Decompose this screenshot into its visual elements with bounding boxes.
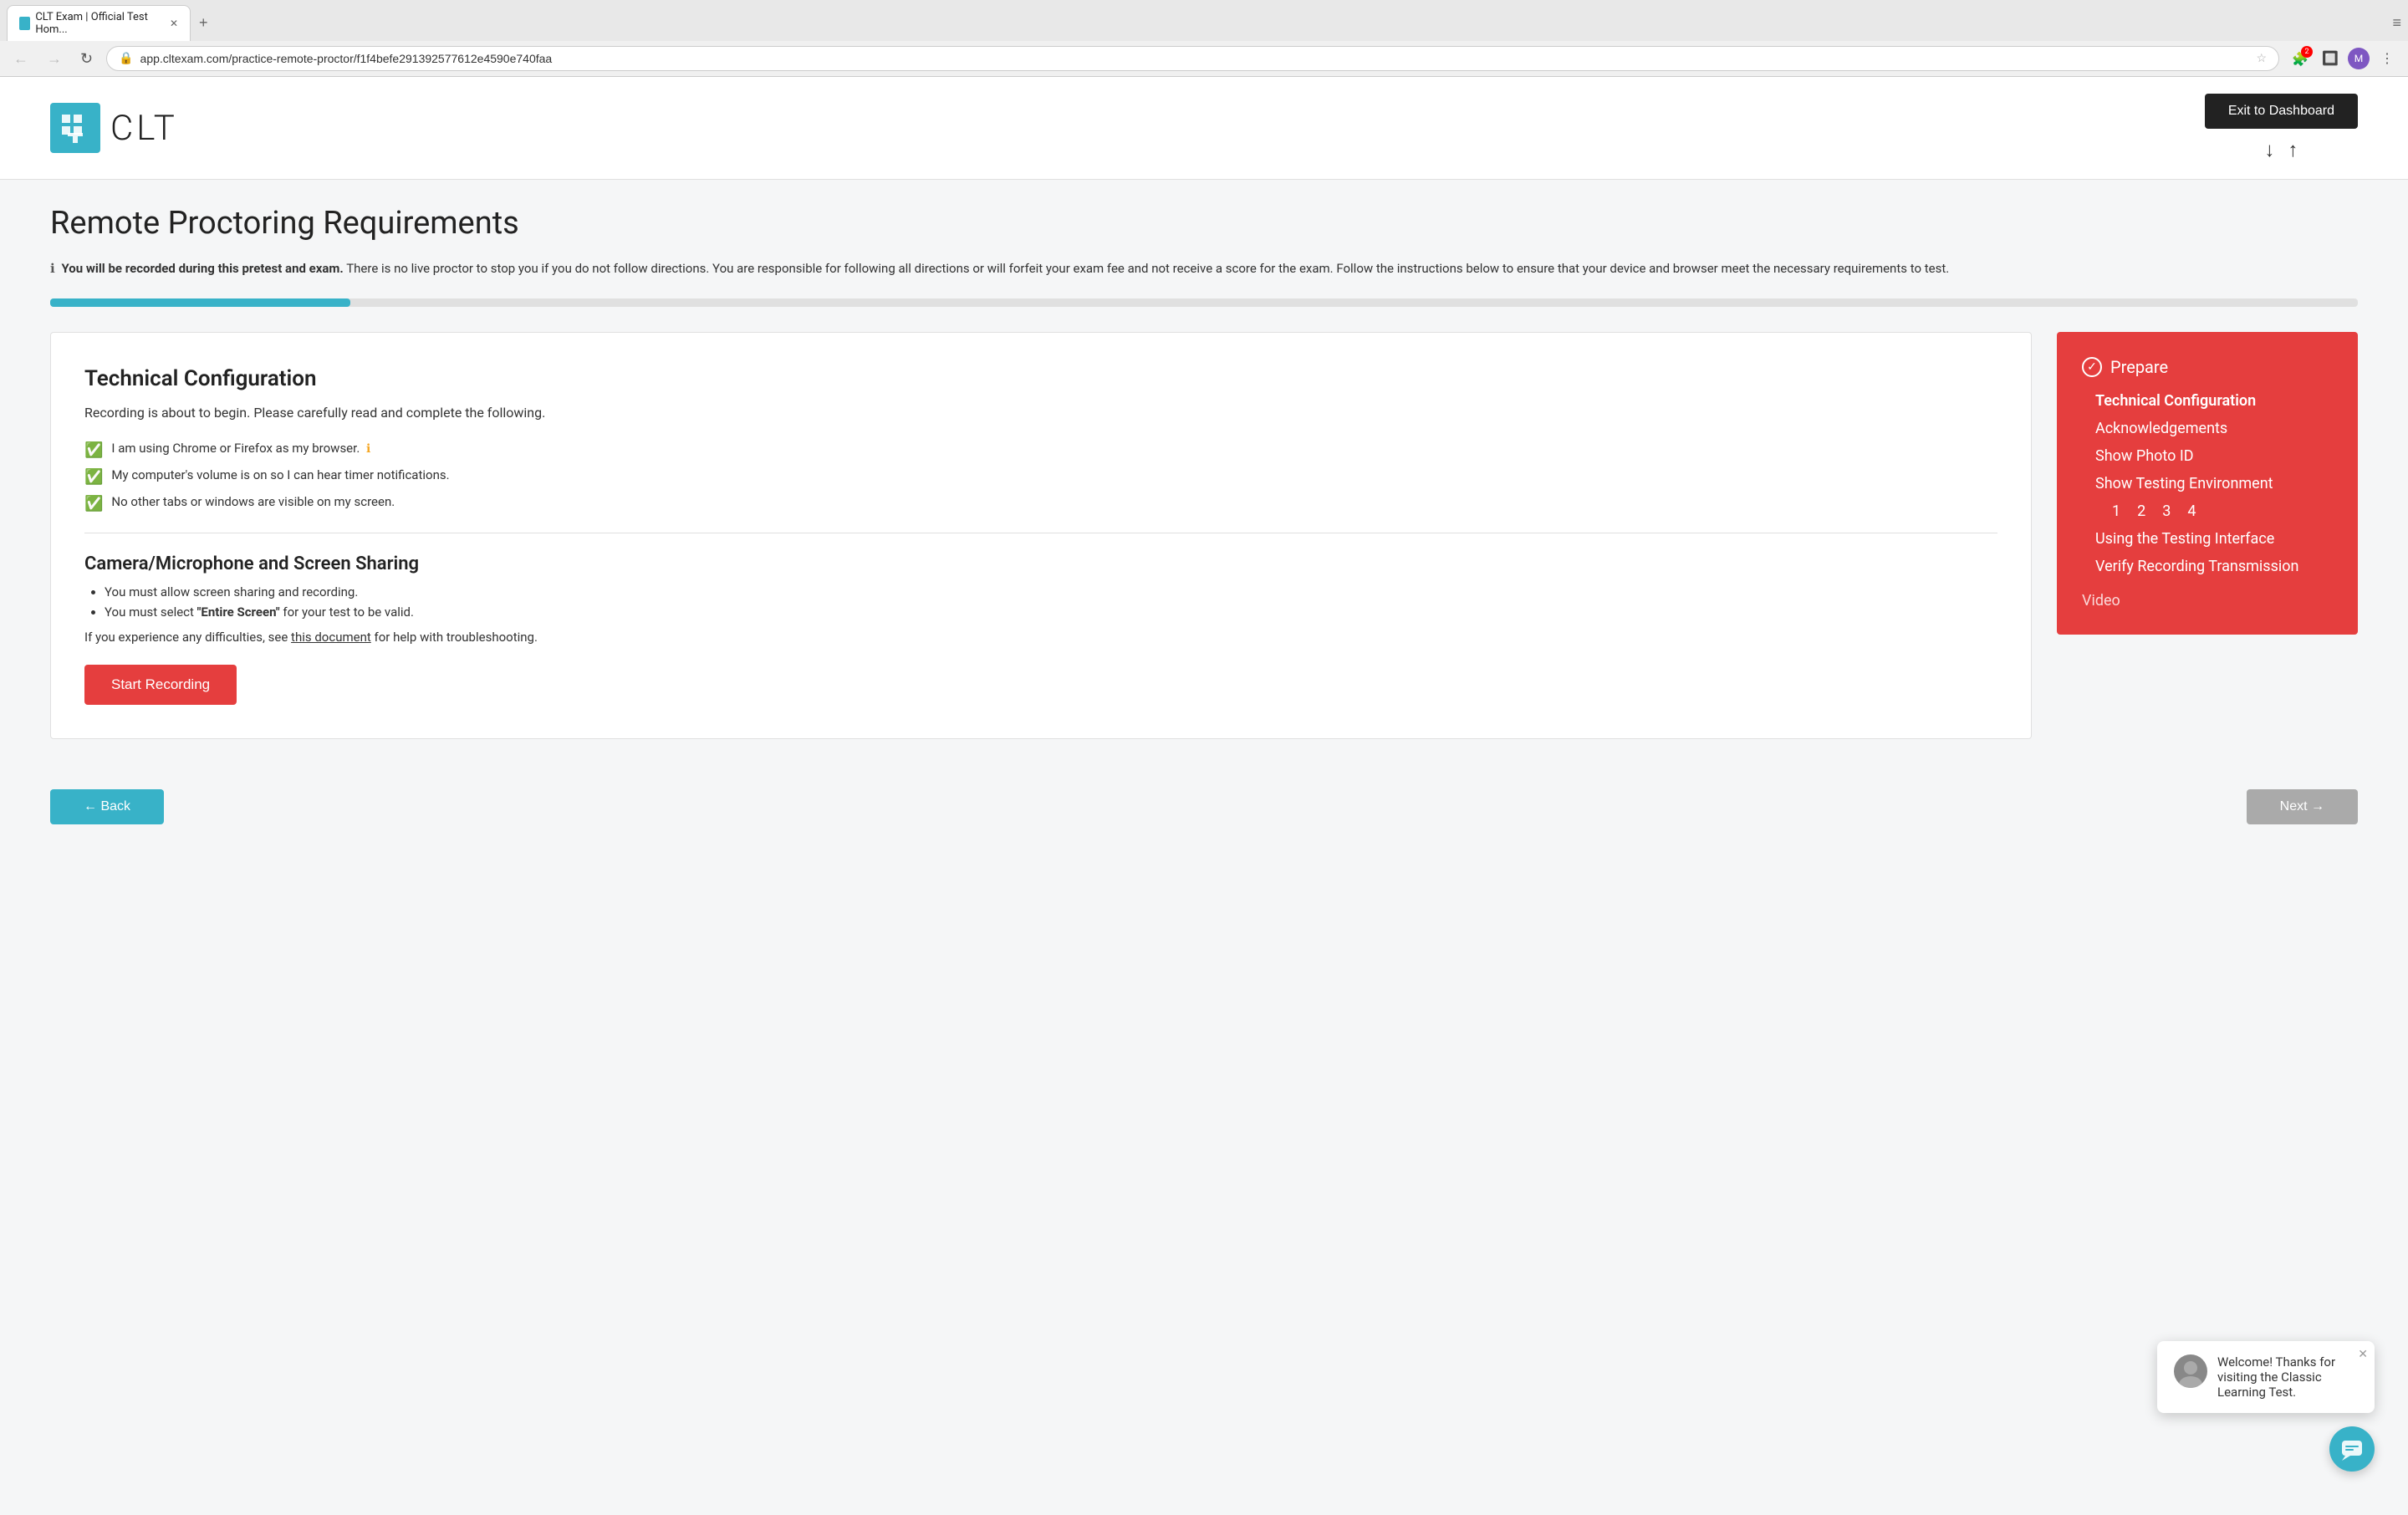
sidebar-item-technical[interactable]: Technical Configuration bbox=[2095, 392, 2333, 410]
checklist: ✅ I am using Chrome or Firefox as my bro… bbox=[84, 441, 1997, 513]
chat-avatar bbox=[2174, 1354, 2207, 1388]
checklist-item-1: ✅ I am using Chrome or Firefox as my bro… bbox=[84, 441, 1997, 459]
bullet-item-1: You must allow screen sharing and record… bbox=[105, 584, 1997, 599]
back-nav-button[interactable]: ← Back bbox=[50, 789, 164, 824]
header-right: Exit to Dashboard ↓ ↑ bbox=[2205, 94, 2358, 162]
clt-logo-icon bbox=[50, 103, 100, 153]
forward-button[interactable]: → bbox=[42, 47, 67, 71]
tab-more-button[interactable]: ≡ bbox=[2392, 14, 2401, 32]
refresh-button[interactable]: ↻ bbox=[75, 47, 98, 71]
browser-bar: ← → ↻ 🔒 ☆ 🧩 2 🔲 M ⋮ bbox=[0, 41, 2408, 76]
warning-bold-text: You will be recorded during this pretest… bbox=[61, 261, 343, 276]
video-area: Video bbox=[2082, 592, 2333, 610]
url-input[interactable] bbox=[140, 52, 2250, 65]
section-title: Technical Configuration bbox=[84, 366, 1997, 391]
trouble-suffix: for help with troubleshooting. bbox=[375, 630, 538, 645]
content-layout: Technical Configuration Recording is abo… bbox=[50, 332, 2358, 739]
sidebar-item-testing-interface[interactable]: Using the Testing Interface bbox=[2095, 530, 2333, 548]
camera-section-title: Camera/Microphone and Screen Sharing bbox=[84, 553, 1997, 574]
bullet-item-2: You must select "Entire Screen" for your… bbox=[105, 604, 1997, 620]
start-recording-button[interactable]: Start Recording bbox=[84, 665, 237, 705]
main-panel: Technical Configuration Recording is abo… bbox=[50, 332, 2032, 739]
next-nav-button[interactable]: Next → bbox=[2247, 789, 2358, 824]
prepare-label: Prepare bbox=[2110, 357, 2168, 377]
extension-badge: 2 bbox=[2301, 46, 2313, 58]
step-4[interactable]: 4 bbox=[2187, 502, 2196, 520]
progress-bar-container bbox=[50, 298, 2358, 307]
check-icon-3: ✅ bbox=[84, 495, 103, 513]
profile-avatar-button[interactable]: M bbox=[2348, 48, 2370, 69]
check-icon-2: ✅ bbox=[84, 468, 103, 486]
bottom-nav: ← Back Next → bbox=[0, 773, 2408, 841]
bookmark-icon[interactable]: ☆ bbox=[2256, 52, 2267, 65]
checklist-text-2: My computer's volume is on so I can hear… bbox=[111, 467, 449, 482]
chat-bubble: Welcome! Thanks for visiting the Classic… bbox=[2157, 1341, 2375, 1413]
progress-bar-fill bbox=[50, 298, 350, 307]
exit-dashboard-button[interactable]: Exit to Dashboard bbox=[2205, 94, 2358, 129]
profile-extensions-button[interactable]: 🔲 bbox=[2318, 46, 2343, 71]
warning-icon: ℹ bbox=[50, 261, 55, 276]
lock-icon: 🔒 bbox=[119, 52, 133, 65]
sidebar-item-verify-recording[interactable]: Verify Recording Transmission bbox=[2095, 558, 2333, 575]
bullet-list: You must allow screen sharing and record… bbox=[84, 584, 1997, 620]
logo-text: CLT bbox=[110, 108, 178, 149]
trouble-link[interactable]: this document bbox=[291, 630, 371, 645]
check-icon-1: ✅ bbox=[84, 441, 103, 459]
browser-actions: 🧩 2 🔲 M ⋮ bbox=[2288, 46, 2400, 71]
sidebar-item-photo-id[interactable]: Show Photo ID bbox=[2095, 447, 2333, 465]
sidebar-items: Technical Configuration Acknowledgements… bbox=[2082, 392, 2333, 575]
step-3[interactable]: 3 bbox=[2162, 502, 2171, 520]
tab-close-icon[interactable]: ✕ bbox=[170, 18, 178, 29]
video-label: Video bbox=[2082, 592, 2120, 610]
checklist-item-3: ✅ No other tabs or windows are visible o… bbox=[84, 494, 1997, 513]
chat-open-button[interactable] bbox=[2329, 1426, 2375, 1472]
main-content: Remote Proctoring Requirements ℹ You wil… bbox=[0, 180, 2408, 764]
step-2[interactable]: 2 bbox=[2137, 502, 2145, 520]
checklist-text-1: I am using Chrome or Firefox as my brows… bbox=[111, 441, 370, 456]
warning-box: ℹ You will be recorded during this prete… bbox=[50, 258, 2358, 278]
back-button[interactable]: ← bbox=[8, 47, 33, 71]
info-badge-1: ℹ bbox=[366, 442, 370, 456]
trouble-prefix: If you experience any difficulties, see bbox=[84, 630, 291, 645]
checklist-item-2: ✅ My computer's volume is on so I can he… bbox=[84, 467, 1997, 486]
sidebar-sub-steps-container: 1 2 3 4 bbox=[2095, 502, 2333, 520]
chat-welcome-text: Welcome! Thanks for visiting the Classic… bbox=[2217, 1354, 2358, 1400]
sidebar: ✓ Prepare Technical Configuration Acknow… bbox=[2057, 332, 2358, 635]
warning-regular-text: There is no live proctor to stop you if … bbox=[346, 261, 1949, 276]
scroll-up-button[interactable]: ↑ bbox=[2288, 139, 2298, 162]
sidebar-sub-steps: 1 2 3 4 bbox=[2095, 502, 2333, 520]
sidebar-prepare: ✓ Prepare bbox=[2082, 357, 2333, 377]
section-subtitle: Recording is about to begin. Please care… bbox=[84, 405, 1997, 421]
page-wrapper: CLT Exit to Dashboard ↓ ↑ Remote Proctor… bbox=[0, 77, 2408, 1515]
chat-widget: Welcome! Thanks for visiting the Classic… bbox=[2329, 1426, 2375, 1472]
scroll-down-button[interactable]: ↓ bbox=[2264, 139, 2274, 162]
active-tab[interactable]: CLT Exam | Official Test Hom... ✕ bbox=[7, 5, 191, 41]
nav-arrows: ↓ ↑ bbox=[2264, 139, 2298, 162]
browser-tabs: CLT Exam | Official Test Hom... ✕ + ≡ bbox=[0, 0, 2408, 41]
logo-area: CLT bbox=[50, 103, 178, 153]
browser-chrome: CLT Exam | Official Test Hom... ✕ + ≡ ← … bbox=[0, 0, 2408, 77]
address-bar: 🔒 ☆ bbox=[106, 46, 2279, 71]
checklist-text-3: No other tabs or windows are visible on … bbox=[111, 494, 395, 509]
step-1[interactable]: 1 bbox=[2112, 502, 2120, 520]
chat-close-button[interactable]: ✕ bbox=[2358, 1348, 2368, 1361]
page-header: CLT Exit to Dashboard ↓ ↑ bbox=[0, 77, 2408, 180]
extensions-button[interactable]: 🧩 2 bbox=[2288, 46, 2313, 71]
prepare-check-icon: ✓ bbox=[2082, 357, 2102, 377]
trouble-text: If you experience any difficulties, see … bbox=[84, 630, 1997, 645]
tab-favicon bbox=[19, 17, 30, 30]
page-title: Remote Proctoring Requirements bbox=[50, 205, 2358, 242]
more-menu-button[interactable]: ⋮ bbox=[2375, 46, 2400, 71]
tab-title: CLT Exam | Official Test Hom... bbox=[35, 11, 158, 36]
sidebar-item-acknowledgements[interactable]: Acknowledgements bbox=[2095, 420, 2333, 437]
new-tab-button[interactable]: + bbox=[191, 9, 217, 37]
sidebar-item-testing-env[interactable]: Show Testing Environment bbox=[2095, 475, 2333, 492]
